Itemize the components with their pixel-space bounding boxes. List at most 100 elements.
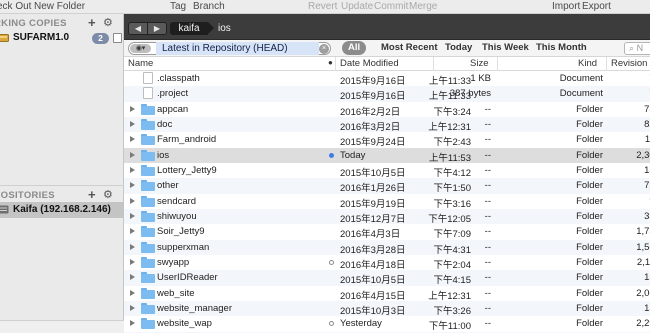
- back-button[interactable]: ◀: [129, 23, 148, 34]
- file-size: --: [484, 302, 491, 314]
- filter-tab-most-recent[interactable]: Most Recent: [381, 41, 437, 55]
- column-divider[interactable]: [497, 57, 498, 71]
- disclosure-triangle-icon[interactable]: [130, 243, 135, 250]
- search-input[interactable]: ⌕ N: [624, 42, 650, 55]
- add-repository-button[interactable]: +: [88, 187, 96, 202]
- column-size[interactable]: Size: [470, 58, 488, 69]
- file-revision: 2,300: [636, 149, 650, 161]
- filter-tab-this-week[interactable]: This Week: [482, 41, 529, 55]
- file-row[interactable]: website_wapYesterday下午11:00--Folder2,299: [124, 316, 650, 332]
- file-row[interactable]: supperxman2016年3月28日下午4:31--Folder1,565: [124, 239, 650, 256]
- repository-item[interactable]: Kaifa (192.168.2.146): [0, 202, 124, 218]
- filter-tab-today[interactable]: Today: [445, 41, 472, 55]
- file-row[interactable]: shiwuyou2015年12月7日下午12:05--Folder336: [124, 208, 650, 225]
- commit-button[interactable]: Commit: [374, 1, 408, 12]
- file-date: 2016年4月3日: [340, 229, 401, 241]
- working-copy-item[interactable]: SUFARM1.0 2: [0, 30, 124, 46]
- file-kind: Folder: [576, 118, 603, 130]
- disclosure-triangle-icon[interactable]: [130, 136, 135, 143]
- column-divider[interactable]: [433, 57, 434, 71]
- filter-tab-this-month[interactable]: This Month: [536, 41, 587, 55]
- file-name: .project: [157, 88, 189, 100]
- disclosure-triangle-icon[interactable]: [130, 120, 135, 127]
- file-row[interactable]: doc2016年3月2日上午12:31--Folder824: [124, 116, 650, 133]
- tag-button[interactable]: Tag: [170, 1, 186, 12]
- file-revision: 824: [644, 118, 650, 130]
- column-kind[interactable]: Kind: [578, 58, 597, 69]
- file-kind: Document: [559, 88, 603, 100]
- file-size: --: [484, 134, 491, 146]
- gear-icon[interactable]: ⚙: [103, 188, 113, 201]
- disclosure-triangle-icon[interactable]: [130, 151, 135, 158]
- file-date: 2016年4月18日: [340, 259, 406, 271]
- disclosure-triangle-icon[interactable]: [130, 166, 135, 173]
- sidebar-footer: [0, 320, 124, 333]
- file-row[interactable]: Farm_android2015年9月24日下午2:43--Folder119: [124, 132, 650, 148]
- file-row[interactable]: .classpath2015年9月16日上午11:331 KBDocument7…: [124, 71, 650, 87]
- path-bar: ◀ ▶ kaifa ios: [124, 14, 650, 40]
- file-date: 2016年3月2日: [340, 121, 401, 133]
- column-revision[interactable]: Revision: [611, 58, 647, 69]
- file-row[interactable]: .project 2015年9月16日 上午11:33 387 bytes Docume…: [124, 86, 650, 102]
- export-button[interactable]: Export: [582, 1, 611, 12]
- disclosure-triangle-icon[interactable]: [130, 320, 135, 327]
- filter-tab-all[interactable]: All: [342, 41, 367, 55]
- column-divider[interactable]: [335, 57, 336, 71]
- status-dot-icon: [329, 321, 334, 327]
- disclosure-triangle-icon[interactable]: [130, 212, 135, 219]
- file-date: 2016年2月2日: [340, 106, 401, 118]
- revision-scope-field[interactable]: ◉▾ Latest in Repository (HEAD) ×: [128, 42, 331, 55]
- disclosure-triangle-icon[interactable]: [130, 105, 135, 112]
- update-button[interactable]: Update: [341, 1, 373, 12]
- add-working-copy-button[interactable]: +: [88, 15, 96, 30]
- breadcrumb-item-kaifa[interactable]: kaifa: [170, 22, 214, 35]
- disclosure-triangle-icon[interactable]: [130, 289, 135, 296]
- file-kind: Document: [559, 73, 603, 84]
- folder-icon: [141, 103, 155, 115]
- status-column-dot[interactable]: ●: [328, 58, 333, 67]
- file-row[interactable]: Soir_Jetty92016年4月3日下午7:09--Folder1,735: [124, 224, 650, 241]
- file-row[interactable]: web_site2016年4月15日上午12:31--Folder2,066: [124, 286, 650, 302]
- check-out-button[interactable]: eck Out: [0, 1, 31, 12]
- forward-button[interactable]: ▶: [148, 23, 166, 34]
- file-name: website_manager: [157, 302, 232, 314]
- disclosure-triangle-icon[interactable]: [130, 182, 135, 189]
- file-name: doc: [157, 118, 173, 130]
- column-divider[interactable]: [606, 57, 607, 71]
- new-folder-button[interactable]: New Folder: [34, 1, 85, 12]
- revert-button[interactable]: Revert: [308, 1, 337, 12]
- file-row[interactable]: appcan2016年2月2日下午3:24--Folder731: [124, 102, 650, 118]
- working-copies-header: RKING COPIES + ⚙: [0, 15, 124, 31]
- file-revision: 336: [644, 210, 650, 222]
- file-row[interactable]: swyapp2016年4月18日下午2:04--Folder2,112: [124, 255, 650, 271]
- file-row[interactable]: Lottery_Jetty92015年10月5日下午4:12--Folder13…: [124, 163, 650, 179]
- clear-icon[interactable]: ×: [319, 44, 329, 54]
- disclosure-triangle-icon[interactable]: [130, 197, 135, 204]
- disclosure-triangle-icon[interactable]: [130, 304, 135, 311]
- working-copy-name: SUFARM1.0: [13, 32, 70, 43]
- file-row[interactable]: other2016年1月26日下午1:50--Folder722: [124, 178, 650, 194]
- column-header: Name ● Date Modified Size Kind Revision: [124, 57, 650, 71]
- gear-icon[interactable]: ⚙: [103, 16, 113, 29]
- column-name[interactable]: Name: [128, 58, 153, 69]
- file-kind: Folder: [576, 302, 603, 314]
- file-kind: Folder: [576, 149, 603, 161]
- file-size: --: [484, 118, 491, 130]
- file-size: --: [484, 226, 491, 238]
- file-row[interactable]: iosToday上午11:53--Folder2,300: [124, 147, 650, 164]
- file-row[interactable]: website_manager 2015年10月3日 下午3:26 -- Folder 1…: [124, 300, 650, 317]
- working-copy-checkbox[interactable]: [113, 33, 122, 43]
- file-row[interactable]: UserIDReader2015年10月5日下午4:15--Folder138: [124, 270, 650, 286]
- folder-icon: [141, 256, 155, 268]
- import-button[interactable]: Import: [552, 1, 580, 12]
- disclosure-triangle-icon[interactable]: [130, 274, 135, 281]
- merge-button[interactable]: Merge: [409, 1, 437, 12]
- eye-icon[interactable]: ◉▾: [130, 44, 151, 53]
- disclosure-triangle-icon[interactable]: [130, 228, 135, 235]
- file-row[interactable]: sendcard2015年9月19日下午3:16--Folder96: [124, 194, 650, 210]
- branch-button[interactable]: Branch: [193, 1, 225, 12]
- column-date[interactable]: Date Modified: [340, 58, 399, 69]
- file-kind: Folder: [576, 241, 603, 253]
- disclosure-triangle-icon[interactable]: [130, 258, 135, 265]
- breadcrumb-item-ios[interactable]: ios: [217, 22, 247, 35]
